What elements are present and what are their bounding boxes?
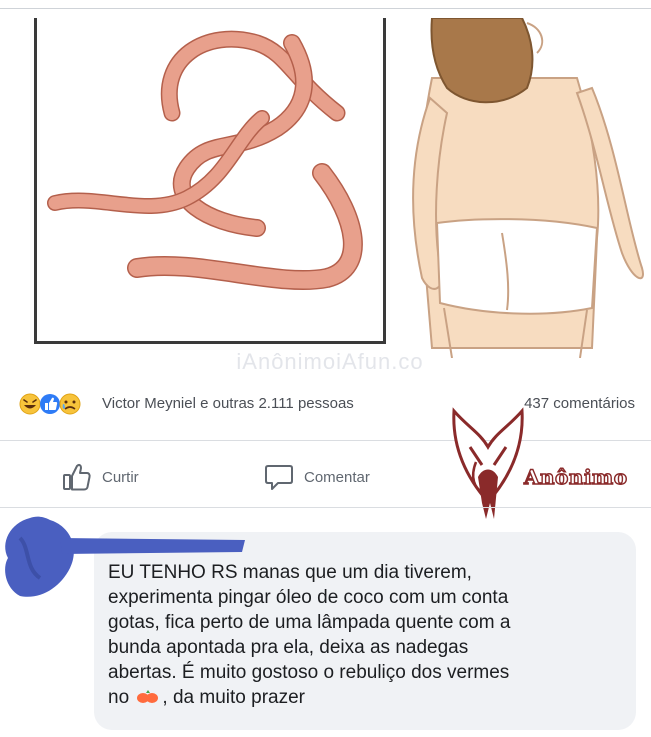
comment-count[interactable]: 437 comentários bbox=[524, 395, 635, 412]
like-icon bbox=[40, 394, 60, 414]
comment-button[interactable]: Comentar bbox=[264, 461, 370, 493]
reaction-names[interactable]: Victor Meyniel e outras 2.111 pessoas bbox=[102, 395, 354, 412]
action-bar: Curtir Comentar Anônimo bbox=[0, 407, 651, 519]
comment-line: EU TENHO RS manas que um dia tiverem, bbox=[108, 562, 472, 583]
comment-label: Comentar bbox=[304, 468, 370, 486]
reaction-icons[interactable] bbox=[18, 392, 98, 416]
comment-line: bunda apontada pra ela, deixa as nadegas bbox=[108, 637, 469, 658]
post-image[interactable]: iAnônimoiAfun.co bbox=[0, 9, 651, 374]
like-button[interactable]: Curtir bbox=[62, 461, 139, 493]
person-drawing bbox=[412, 17, 644, 359]
like-label: Curtir bbox=[102, 468, 139, 486]
comment-line-start: no bbox=[108, 687, 130, 708]
worms-illustration bbox=[34, 18, 386, 344]
worms-drawing bbox=[47, 30, 363, 291]
comment-line: experimenta pingar óleo de coco com um c… bbox=[108, 587, 509, 608]
anonymous-logo-text: Anônimo bbox=[523, 464, 628, 489]
comment-line: abertas. É muito gostoso o rebuliço dos … bbox=[108, 662, 510, 683]
comment-line: gotas, fica perto de uma lâmpada quente … bbox=[108, 612, 511, 633]
speech-bubble-icon bbox=[264, 463, 294, 491]
person-illustration bbox=[392, 17, 647, 359]
reactions-summary[interactable]: Victor Meyniel e outras 2.111 pessoas 43… bbox=[0, 384, 651, 424]
sad-icon bbox=[59, 393, 81, 415]
haha-icon bbox=[19, 393, 41, 415]
divider bbox=[0, 440, 651, 441]
comment-line: no , da muito prazer bbox=[108, 685, 608, 710]
comment: EU TENHO RS manas que um dia tiverem, ex… bbox=[0, 508, 651, 737]
comment-line-end: , da muito prazer bbox=[162, 687, 305, 708]
comment-text: EU TENHO RS manas que um dia tiverem, ex… bbox=[108, 560, 608, 710]
watermark: iAnônimoiAfun.co bbox=[236, 349, 424, 374]
peach-emoji-icon bbox=[136, 686, 160, 703]
thumbs-up-icon bbox=[62, 463, 92, 491]
